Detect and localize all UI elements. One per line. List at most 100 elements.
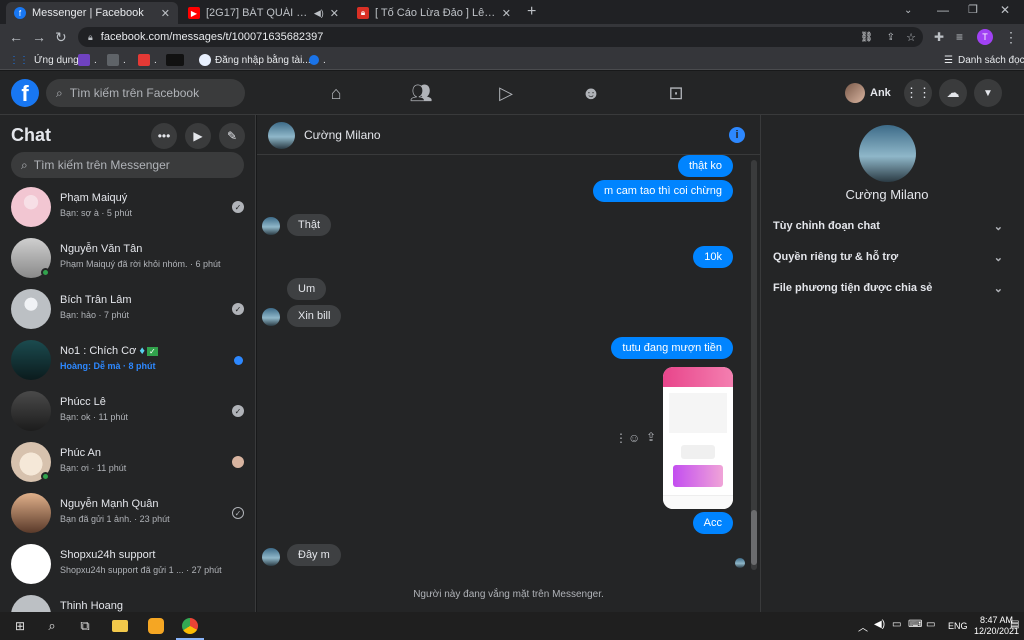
watch-icon[interactable]: ▷ bbox=[494, 81, 518, 105]
message-bubble[interactable]: Um bbox=[287, 278, 327, 300]
speaker-icon[interactable]: ◀) bbox=[314, 8, 324, 19]
language-indicator[interactable]: ENG bbox=[948, 621, 968, 631]
list-item[interactable]: Shopxu24h support Shopxu24h support đã g… bbox=[4, 540, 252, 590]
message-bubble[interactable]: Acc bbox=[692, 512, 733, 534]
chat-contact-name[interactable]: Cường Milano bbox=[304, 128, 381, 142]
section-shared-media[interactable]: File phương tiện được chia sẻ ⌄ bbox=[773, 278, 1003, 298]
bookmark-item[interactable]: . bbox=[309, 53, 326, 67]
site-settings-icon[interactable]: ⛓ bbox=[860, 32, 873, 43]
message-bubble[interactable]: Xin bill bbox=[287, 305, 342, 327]
network-icon[interactable]: ▭ bbox=[892, 619, 901, 630]
info-icon[interactable]: i bbox=[729, 127, 745, 143]
battery-icon[interactable]: ▭ bbox=[926, 619, 935, 630]
bookmark-item[interactable]: . bbox=[107, 53, 126, 67]
list-item[interactable]: No1 : Chích Cơ ♦ ✓ Hoàng: Dễ mà · 8 phút bbox=[4, 336, 252, 386]
new-tab-icon[interactable]: + bbox=[527, 4, 536, 20]
url-field[interactable]: 🔒︎ facebook.com/messages/t/1000716356823… bbox=[78, 27, 923, 47]
scrollbar-thumb[interactable] bbox=[751, 510, 757, 565]
messenger-icon[interactable]: ☁ bbox=[939, 79, 967, 107]
close-tab-icon[interactable]: ✕ bbox=[330, 7, 339, 20]
profile-avatar[interactable]: T bbox=[977, 29, 993, 45]
avatar[interactable] bbox=[859, 125, 916, 182]
list-item[interactable]: Phúcc Lê Bạn: ok · 11 phút ✓ bbox=[4, 387, 252, 437]
messenger-search-input[interactable]: ⌕ Tìm kiếm trên Messenger bbox=[11, 152, 244, 178]
list-item[interactable]: Phúc An Bạn: ơi · 11 phút bbox=[4, 438, 252, 488]
react-icon[interactable]: ☺ bbox=[628, 431, 640, 445]
list-item[interactable]: Nguyễn Văn Tân Phạm Maiquý đã rời khỏi n… bbox=[4, 234, 252, 284]
section-customize-chat[interactable]: Tùy chỉnh đoạn chat ⌄ bbox=[773, 216, 1003, 236]
reload-icon[interactable]: ↻ bbox=[55, 29, 67, 45]
section-label: Tùy chỉnh đoạn chat bbox=[773, 220, 880, 232]
search-icon[interactable]: ⌕ bbox=[42, 616, 62, 636]
back-icon[interactable]: ← bbox=[9, 29, 23, 45]
task-view-icon[interactable]: ⧉ bbox=[75, 616, 95, 636]
tab-messenger[interactable]: f Messenger | Facebook ✕ bbox=[6, 2, 178, 24]
conversation-name: Shopxu24h support bbox=[60, 549, 156, 561]
profile-chip[interactable]: Ank bbox=[845, 83, 891, 103]
media-control-icon[interactable]: ≡ bbox=[956, 29, 963, 45]
facebook-logo-icon[interactable]: f bbox=[11, 79, 39, 107]
close-tab-icon[interactable]: ✕ bbox=[161, 7, 170, 20]
bookmark-login[interactable]: Đăng nhập bằng tài... bbox=[199, 53, 311, 67]
bookmark-apps[interactable]: ⋮⋮ Ứng dụng bbox=[9, 53, 79, 67]
bookmark-item[interactable] bbox=[166, 53, 188, 67]
file-explorer-icon[interactable] bbox=[110, 616, 130, 636]
groups-icon[interactable]: ☻ bbox=[579, 81, 603, 105]
tab-youtube[interactable]: ▶ [2G17] BÁT QUÁI - G.FAMILY ◀) ✕ bbox=[180, 2, 347, 24]
close-window-icon[interactable]: ✕ bbox=[1000, 3, 1010, 17]
close-tab-icon[interactable]: ✕ bbox=[502, 7, 511, 20]
forward-icon[interactable]: ⇪ bbox=[646, 430, 656, 444]
reading-list[interactable]: ☰ Danh sách đọc bbox=[944, 53, 1024, 67]
minimize-icon[interactable]: — bbox=[937, 3, 949, 17]
more-options-icon[interactable]: ⋮ bbox=[615, 431, 627, 445]
app-icon[interactable] bbox=[146, 616, 166, 636]
list-item[interactable]: Phạm Maiquý Bạn: sợ à · 5 phút ✓ bbox=[4, 183, 252, 233]
list-item[interactable]: Bích Trân Lâm Bạn: hảo · 7 phút ✓ bbox=[4, 285, 252, 335]
message-bubble[interactable]: 10k bbox=[693, 246, 733, 268]
conversation-name: Phúc An bbox=[60, 447, 101, 459]
list-item[interactable]: Nguyễn Mạnh Quân Bạn đã gửi 1 ảnh. · 23 … bbox=[4, 489, 252, 539]
bookmark-item[interactable]: . bbox=[138, 53, 157, 67]
bookmark-item[interactable]: . bbox=[78, 53, 97, 67]
new-message-icon[interactable]: ✎ bbox=[219, 123, 245, 149]
message-bubble[interactable]: thật ko bbox=[677, 155, 733, 177]
forward-icon[interactable]: → bbox=[32, 29, 46, 45]
chrome-icon[interactable] bbox=[180, 616, 200, 636]
video-call-icon[interactable]: ▶ bbox=[185, 123, 211, 149]
reading-list-icon: ☰ bbox=[944, 54, 953, 66]
speaker-icon[interactable]: ◀) bbox=[874, 619, 885, 630]
bookmark-label: . bbox=[323, 54, 326, 66]
conversation-preview: Hoàng: Dễ mà · 8 phút bbox=[60, 361, 156, 371]
home-icon[interactable]: ⌂ bbox=[324, 81, 348, 105]
message-bubble[interactable]: tutu đang mượn tiền bbox=[611, 337, 733, 359]
scrollbar[interactable] bbox=[751, 160, 757, 570]
notifications-icon[interactable]: ▤ bbox=[1010, 619, 1019, 630]
menu-grid-icon[interactable]: ⋮⋮ bbox=[904, 79, 932, 107]
extensions-icon[interactable]: ✚ bbox=[934, 29, 944, 45]
message-bubble[interactable]: Đây m bbox=[287, 544, 341, 566]
tab-search-icon[interactable]: ⌄ bbox=[904, 5, 912, 16]
gaming-icon[interactable]: ⊡ bbox=[664, 81, 688, 105]
keyboard-icon[interactable]: ⌨ bbox=[908, 619, 922, 630]
reading-list-label: Danh sách đọc bbox=[957, 54, 1024, 66]
chevron-down-icon: ⌄ bbox=[993, 251, 1003, 264]
avatar[interactable] bbox=[268, 122, 295, 149]
browser-menu-icon[interactable]: ⋮ bbox=[1004, 29, 1018, 45]
bookmark-star-icon[interactable]: ☆ bbox=[906, 31, 916, 44]
facebook-search-input[interactable]: ⌕ Tìm kiếm trên Facebook bbox=[46, 79, 245, 107]
message-bubble[interactable]: Thật bbox=[287, 214, 332, 236]
windows-start-icon[interactable]: ⊞ bbox=[10, 616, 30, 636]
conversation-name-text: No1 : Chích Cơ bbox=[60, 345, 137, 357]
account-dropdown-icon[interactable]: ▼ bbox=[974, 79, 1002, 107]
tab-to-cao[interactable]: 🔒︎ [ Tố Cáo Lừa Đảo ] Lên Trung Tâ ✕ bbox=[349, 2, 519, 24]
section-privacy-support[interactable]: Quyền riêng tư & hỗ trợ ⌄ bbox=[773, 247, 1003, 267]
list-item[interactable]: Thinh Hoang bbox=[4, 591, 252, 612]
options-icon[interactable]: ••• bbox=[151, 123, 177, 149]
restore-icon[interactable]: ❐ bbox=[968, 3, 978, 16]
shared-image[interactable] bbox=[663, 367, 733, 509]
show-hidden-icons-icon[interactable]: ︿ bbox=[858, 619, 868, 634]
browser-tab-bar: f Messenger | Facebook ✕ ▶ [2G17] BÁT QU… bbox=[0, 0, 1024, 24]
share-icon[interactable]: ⇪ bbox=[887, 32, 895, 43]
message-bubble[interactable]: m cam tao thì coi chừng bbox=[592, 180, 733, 202]
friends-icon[interactable]: 👥︎ bbox=[409, 81, 433, 105]
